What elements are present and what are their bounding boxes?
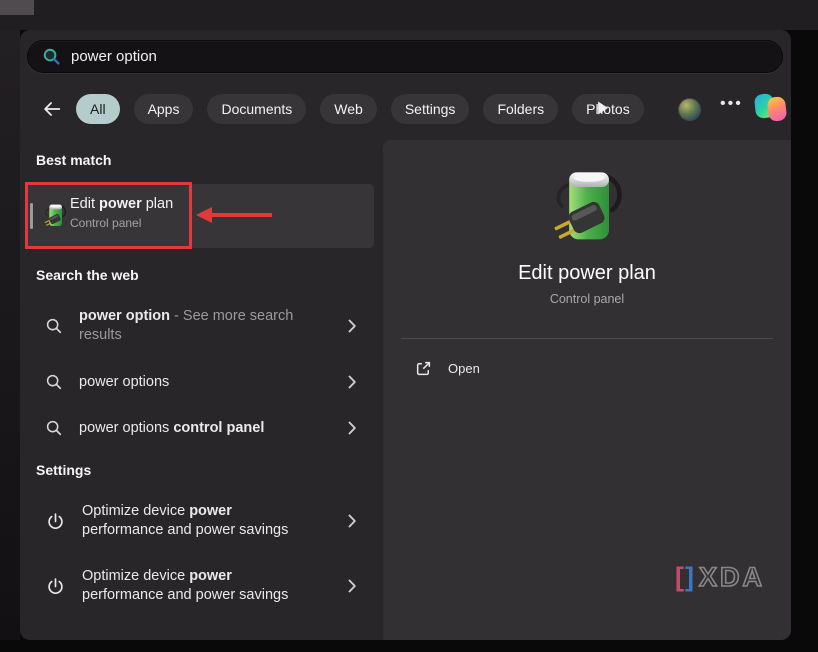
chevron-right-icon [348, 421, 356, 435]
selection-indicator [30, 203, 33, 229]
user-avatar[interactable] [678, 98, 701, 121]
detail-subtitle: Control panel [549, 292, 625, 306]
settings-result-row[interactable]: Optimize device power performance and po… [27, 557, 374, 615]
tab-documents[interactable]: Documents [207, 94, 307, 124]
tab-web[interactable]: Web [320, 94, 377, 124]
more-filters-button[interactable] [596, 100, 610, 118]
desktop-top-strip [0, 0, 818, 30]
tab-settings[interactable]: Settings [390, 94, 470, 124]
result-text: power option - See more search results [79, 308, 294, 343]
back-arrow-icon [44, 102, 61, 116]
tab-label: Settings [404, 101, 456, 117]
result-title: Edit power plan [70, 196, 174, 212]
copilot-icon[interactable] [753, 92, 788, 123]
result-text: Optimize device power performance and po… [82, 568, 289, 603]
chevron-right-icon [348, 579, 356, 593]
back-button[interactable] [40, 98, 64, 120]
web-result-row[interactable]: power options [27, 364, 374, 400]
settings-result-row[interactable]: Optimize device power performance and po… [27, 492, 374, 550]
tab-label: Apps [147, 101, 180, 117]
open-action[interactable]: Open [403, 350, 583, 386]
power-plan-large-icon [543, 164, 631, 252]
tab-apps[interactable]: Apps [133, 94, 194, 124]
detail-panel: Edit power plan Control panel Open [] XDA [383, 140, 791, 640]
tab-label: All [90, 101, 106, 117]
settings-header: Settings [36, 462, 92, 478]
background-window-fragment [0, 0, 34, 15]
result-text: power options [79, 373, 170, 390]
best-match-text: Edit power plan Control panel [70, 196, 173, 230]
search-icon [45, 419, 63, 437]
best-match-header: Best match [36, 152, 112, 168]
result-text: power options control panel [79, 419, 265, 436]
tab-label: Documents [221, 101, 293, 117]
tab-all[interactable]: All [76, 94, 120, 124]
tab-label: Folders [497, 101, 545, 117]
screenshot-root: All Apps Documents Web Settings Folders … [0, 0, 818, 652]
result-text: Optimize device power performance and po… [82, 503, 289, 538]
windows-search-flyout: All Apps Documents Web Settings Folders … [20, 30, 791, 640]
search-web-header: Search the web [36, 267, 139, 283]
search-bar[interactable] [27, 40, 783, 73]
result-subtitle: Control panel [70, 216, 142, 230]
xda-watermark: [] XDA [674, 561, 765, 593]
web-result-row[interactable]: power option - See more search results [27, 298, 374, 354]
search-icon [43, 48, 60, 65]
tab-folders[interactable]: Folders [483, 94, 559, 124]
search-filter-tabs: All Apps Documents Web Settings Folders … [76, 94, 644, 124]
power-icon [45, 511, 66, 532]
divider [401, 338, 773, 339]
xda-letters: XDA [698, 561, 765, 593]
play-icon [598, 101, 608, 115]
web-result-row[interactable]: power options control panel [27, 410, 374, 446]
desktop-left-strip [0, 30, 20, 640]
open-external-icon [416, 361, 431, 375]
chevron-right-icon [348, 514, 356, 528]
tab-label: Web [334, 101, 363, 117]
search-input[interactable] [71, 48, 721, 65]
chevron-right-icon [348, 319, 356, 333]
search-icon [45, 373, 63, 391]
xda-bracket-right: ] [684, 562, 695, 592]
detail-title: Edit power plan [518, 262, 656, 284]
chevron-right-icon [348, 375, 356, 389]
more-options-button[interactable]: ••• [720, 95, 743, 113]
best-match-item[interactable]: Edit power plan Control panel [27, 184, 374, 248]
open-label: Open [448, 360, 480, 376]
power-icon [45, 576, 66, 597]
search-icon [45, 317, 63, 335]
power-plan-icon [42, 203, 67, 228]
xda-bracket-left: [ [674, 562, 685, 592]
